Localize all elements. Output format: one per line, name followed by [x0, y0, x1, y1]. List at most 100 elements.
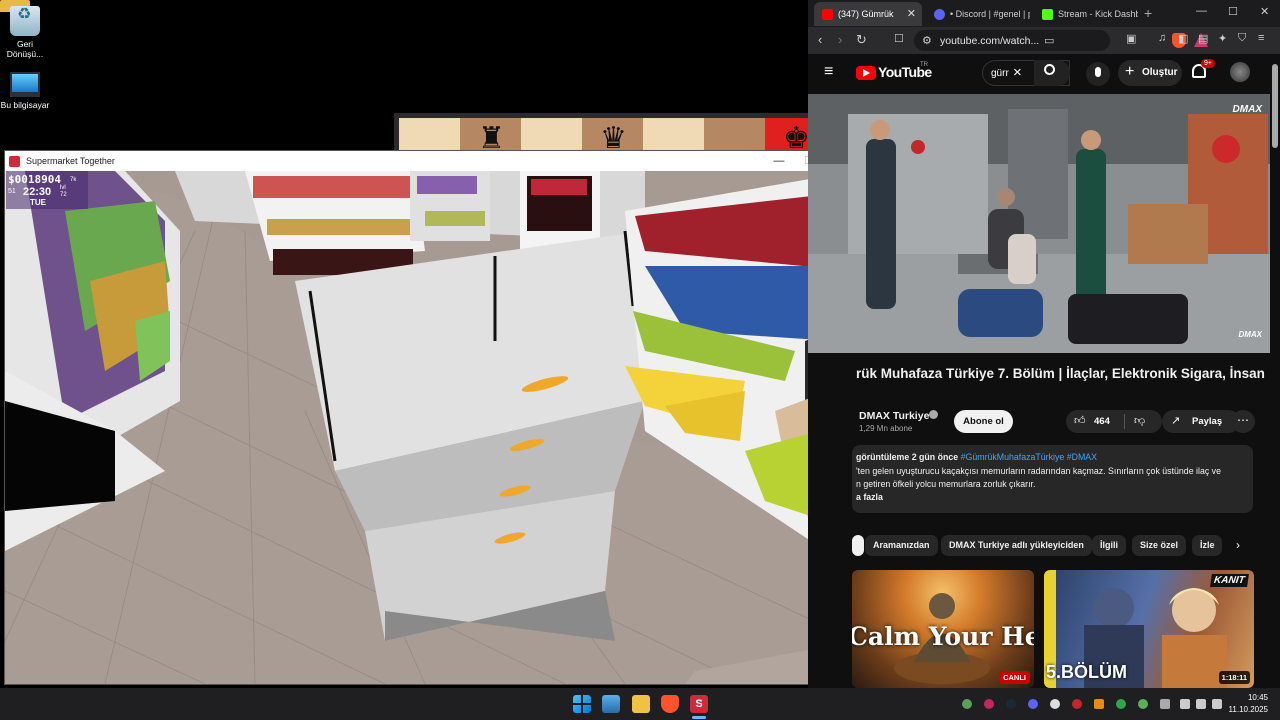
thumbs-up-icon[interactable]: 👍︎: [1074, 414, 1086, 427]
chip-for-you[interactable]: Size özel: [1132, 535, 1187, 556]
subscribe-button[interactable]: Abone ol: [954, 410, 1013, 433]
new-tab-button[interactable]: +: [1144, 5, 1152, 21]
wallet-icon[interactable]: ▤: [1198, 32, 1208, 45]
thumbs-down-icon[interactable]: 👎︎: [1134, 414, 1145, 427]
chip-from-uploader[interactable]: DMAX Turkiye adlı yükleyiciden: [941, 535, 1092, 556]
url-text[interactable]: youtube.com/watch...: [940, 35, 1039, 47]
thumbnail-title: 5.BÖLÜM: [1046, 662, 1127, 682]
back-icon[interactable]: ‹: [818, 32, 822, 47]
share-button[interactable]: ↗ Paylaş: [1162, 410, 1240, 433]
tab-strip: (347) Gümrük ✕ • Discord | #genel | p St…: [808, 0, 1280, 27]
game-titlebar[interactable]: Supermarket Together — ☐ ✕: [5, 151, 856, 171]
tray-app-icon[interactable]: [984, 699, 994, 709]
network-icon[interactable]: [1180, 699, 1190, 709]
cast-icon[interactable]: ▭: [1044, 34, 1054, 47]
show-more-link[interactable]: a fazla: [856, 492, 883, 502]
duration-badge: 1:18:11: [1218, 671, 1250, 684]
photos-app-icon[interactable]: [602, 695, 620, 713]
chess-square[interactable]: [399, 118, 460, 153]
channel-badge: KANIT: [1210, 574, 1249, 587]
this-pc-shortcut[interactable]: Bu bilgisayar: [0, 72, 50, 110]
description-box[interactable]: görüntüleme 2 gün önce #GümrükMuhafazaTü…: [852, 445, 1253, 513]
chess-square[interactable]: [643, 118, 704, 153]
menu-icon[interactable]: ≡: [1258, 32, 1264, 44]
tab-close-icon[interactable]: ✕: [907, 7, 916, 20]
tab-title: Stream - Kick Dashbo: [1058, 9, 1138, 19]
minimize-button[interactable]: —: [1196, 5, 1207, 17]
recommendation-chips: Aramanızdan DMAX Turkiye adlı yükleyicid…: [852, 535, 1262, 557]
steam-icon[interactable]: [1006, 699, 1016, 709]
leo-icon[interactable]: ✦: [1218, 32, 1227, 45]
brave-browser-icon[interactable]: [661, 695, 679, 713]
tab-kick[interactable]: Stream - Kick Dashbo: [1034, 2, 1138, 26]
supermarket-together-icon[interactable]: S: [690, 695, 708, 713]
browser-window[interactable]: (347) Gümrük ✕ • Discord | #genel | p St…: [808, 0, 1280, 688]
scrollbar-thumb[interactable]: [1272, 64, 1278, 148]
address-bar[interactable]: ⚙ youtube.com/watch... ▭: [914, 30, 1208, 51]
reload-icon[interactable]: ↻: [856, 32, 867, 48]
game-viewport[interactable]: $0018904 7k 51 22:30 lvl 72 TUE: [5, 171, 856, 684]
verified-badge-icon: [929, 410, 938, 419]
chip-all[interactable]: [852, 535, 864, 556]
forward-icon[interactable]: ›: [838, 32, 842, 47]
share-icon: ↗: [1171, 415, 1181, 427]
chess-square-highlight[interactable]: ♚: [765, 118, 814, 153]
file-explorer-icon[interactable]: [632, 695, 650, 713]
level-indicator: lvl 72: [60, 185, 67, 199]
chip-watched[interactable]: İzle: [1192, 535, 1222, 556]
money-counter: $0018904: [8, 173, 61, 186]
chess-square[interactable]: ♛: [582, 118, 643, 153]
vpn-icon[interactable]: ⛉: [1238, 32, 1246, 45]
clock-date[interactable]: 11.10.2025: [1226, 705, 1268, 714]
clock: 22:30: [23, 186, 52, 198]
chess-window[interactable]: ♜ ♛ ♚: [394, 113, 814, 153]
chess-square[interactable]: [704, 118, 765, 153]
view-meta: görüntüleme 2 gün önce #GümrükMuhafazaTü…: [856, 452, 1097, 462]
clock-time[interactable]: 10:45: [1236, 693, 1268, 702]
chip-from-search[interactable]: Aramanızdan: [865, 535, 938, 556]
screenshot-icon[interactable]: ▣: [1126, 32, 1136, 45]
chess-square[interactable]: [521, 118, 582, 153]
site-info-icon[interactable]: ⚙: [922, 34, 932, 47]
tab-youtube[interactable]: (347) Gümrük ✕: [814, 2, 922, 26]
start-button-icon[interactable]: [573, 695, 591, 713]
volume-icon[interactable]: [1196, 699, 1206, 709]
tab-discord[interactable]: • Discord | #genel | p: [926, 2, 1030, 26]
king-icon[interactable]: ♚: [783, 124, 810, 154]
tray-app-icon[interactable]: [1072, 699, 1082, 709]
tray-app-icon[interactable]: [1116, 699, 1126, 709]
queen-icon[interactable]: ♛: [600, 124, 627, 154]
desktop: Geri Dönüşü... Bu bilgisayar ♜ ♛ ♚ Super…: [0, 0, 1280, 688]
chip-related[interactable]: İlgili: [1092, 535, 1126, 556]
tray-app-icon[interactable]: [1138, 699, 1148, 709]
minimize-button[interactable]: —: [764, 151, 794, 171]
tray-chevron-icon[interactable]: [962, 699, 972, 709]
rook-icon[interactable]: ♜: [478, 124, 505, 154]
bookmark-icon[interactable]: ☐: [894, 32, 904, 45]
maximize-button[interactable]: ☐: [1228, 5, 1238, 18]
recycle-bin-shortcut[interactable]: Geri Dönüşü...: [0, 6, 50, 59]
level-value: 72: [60, 192, 67, 198]
like-count[interactable]: 464: [1094, 416, 1110, 427]
live-badge: CANLI: [999, 671, 1030, 684]
hashtags[interactable]: #GümrükMuhafazaTürkiye #DMAX: [961, 452, 1097, 462]
close-button[interactable]: ✕: [1260, 5, 1269, 18]
sidebar-icon[interactable]: ◧: [1178, 32, 1188, 45]
microphone-icon[interactable]: [1160, 699, 1170, 709]
tray-app-icon[interactable]: [1050, 699, 1060, 709]
channel-name[interactable]: DMAX Turkiye: [859, 410, 929, 422]
recycle-bin-icon: [10, 6, 40, 36]
media-icon[interactable]: ♫: [1158, 32, 1166, 44]
battery-icon[interactable]: [1212, 699, 1222, 709]
tray-app-icon[interactable]: [1094, 699, 1104, 709]
more-actions-button[interactable]: ⋯: [1231, 410, 1255, 433]
description-line: 'ten gelen uyuşturucu kaçakçısı memurlar…: [856, 466, 1221, 476]
chess-square[interactable]: ♜: [460, 118, 521, 153]
recommendation-thumbnail[interactable]: KANIT 5.BÖLÜM 1:18:11: [1044, 570, 1254, 688]
supermarket-scene: [5, 171, 856, 684]
discord-icon[interactable]: [1028, 699, 1038, 709]
hud-panel: $0018904 7k 51 22:30 lvl 72 TUE: [6, 171, 88, 209]
game-window[interactable]: Supermarket Together — ☐ ✕: [4, 150, 857, 685]
recommendation-thumbnail[interactable]: Calm Your Heart CANLI: [852, 570, 1034, 688]
chevron-right-icon[interactable]: ›: [1236, 538, 1240, 552]
